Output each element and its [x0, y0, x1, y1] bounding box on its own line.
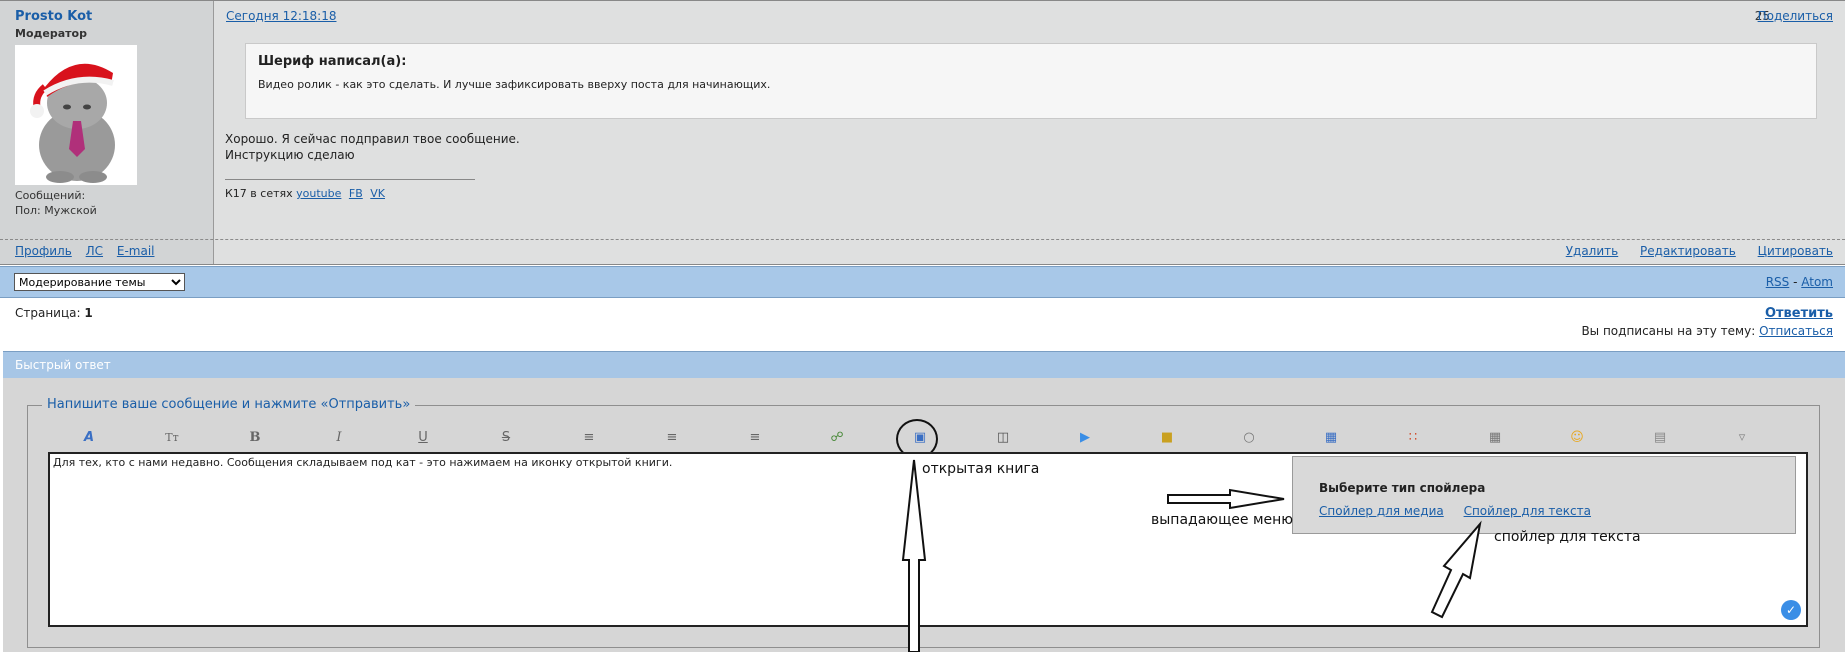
author-role: Модератор [15, 27, 87, 40]
quote-icon[interactable]: ○ [1238, 428, 1260, 448]
author-name[interactable]: Prosto Kot [15, 9, 92, 24]
profile-link[interactable]: Профиль [15, 244, 72, 258]
post-date-link[interactable]: Сегодня 12:18:18 [226, 9, 336, 23]
post-body-line: Хорошо. Я сейчас подправил твое сообщени… [225, 132, 520, 146]
align-left-icon[interactable]: ≡ [578, 428, 600, 448]
post-body-line: Инструкцию сделаю [225, 148, 355, 162]
atom-link[interactable]: Atom [1801, 275, 1833, 289]
text-spoiler-annotation: спойлер для текста [1494, 529, 1641, 545]
color-icon[interactable]: ∷ [1402, 428, 1424, 448]
rss-link[interactable]: RSS [1766, 275, 1790, 289]
subscription-status: Вы подписаны на эту тему: Отписаться [1581, 324, 1833, 338]
quick-reply-header: Быстрый ответ [3, 351, 1845, 378]
signature-divider [225, 179, 475, 180]
page-label: Страница: [15, 306, 81, 320]
more-icon[interactable]: ▿ [1731, 428, 1753, 448]
post-author-panel: Prosto Kot Модератор Сообщений: Пол: Муж… [0, 1, 214, 264]
font-color-icon[interactable]: A [78, 428, 100, 448]
spoiler-options: Спойлер для медиа Спойлер для текста [1319, 504, 1607, 518]
messages-count-label: Сообщений: [15, 189, 86, 202]
code-icon[interactable]: ▦ [1320, 428, 1342, 448]
spoiler-media-option[interactable]: Спойлер для медиа [1319, 504, 1444, 518]
spoiler-menu-title: Выберите тип спойлера [1319, 481, 1486, 495]
quick-reply-title: Быстрый ответ [15, 358, 111, 372]
fb-link[interactable]: FB [349, 187, 363, 200]
quote-author: Шериф написал(а): [258, 54, 407, 69]
open-book-annotation: открытая книга [922, 461, 1040, 477]
reply-legend: Напишите ваше сообщение и нажмите «Отпра… [42, 397, 416, 412]
feed-separator: - [1789, 275, 1802, 289]
pagination: Страница: 1 [15, 306, 93, 320]
editor-toolbar: A Tт B I U S ≡ ≡ ≡ ☍ ▣ ◫ ▶ ■ ○ ▦ ∷ ▦ ☺ ▤… [48, 428, 1828, 448]
font-size-icon[interactable]: Tт [161, 428, 183, 448]
share-link[interactable]: Поделиться [1758, 9, 1833, 23]
youtube-link[interactable]: youtube [296, 187, 341, 200]
link-icon[interactable]: ☍ [826, 428, 848, 448]
private-message-link[interactable]: ЛС [86, 244, 103, 258]
moderation-bar: Модерирование темы RSS - Atom [0, 266, 1845, 298]
align-center-icon[interactable]: ≡ [661, 428, 683, 448]
email-link[interactable]: E-mail [117, 244, 155, 258]
moderation-select[interactable]: Модерирование темы [14, 273, 185, 291]
video-icon[interactable]: ▶ [1074, 428, 1096, 448]
smiley-icon[interactable]: ☺ [1566, 428, 1588, 448]
author-links: Профиль ЛС E-mail [15, 244, 164, 258]
signature-prefix: К17 в сетях [225, 187, 293, 200]
avatar [15, 45, 137, 185]
subscription-text: Вы подписаны на эту тему: [1581, 324, 1756, 338]
dropdown-annotation: выпадающее меню [1151, 512, 1294, 528]
check-icon[interactable]: ✓ [1781, 600, 1801, 620]
unsubscribe-link[interactable]: Отписаться [1759, 324, 1833, 338]
align-right-icon[interactable]: ≡ [744, 428, 766, 448]
underline-icon[interactable]: U [412, 428, 434, 448]
keyboard-icon[interactable]: ▤ [1649, 428, 1671, 448]
hide-lock-icon[interactable]: ■ [1156, 428, 1178, 448]
bold-icon[interactable]: B [244, 428, 266, 448]
quote-text: Видео ролик - как это сделать. И лучше з… [258, 78, 771, 91]
vk-link[interactable]: VK [370, 187, 385, 200]
current-page: 1 [84, 306, 93, 320]
quote-link[interactable]: Цитировать [1758, 244, 1833, 258]
gender-label: Пол: Мужской [15, 204, 97, 217]
spoiler-text-option[interactable]: Спойлер для текста [1464, 504, 1591, 518]
italic-icon[interactable]: I [328, 428, 350, 448]
table-icon[interactable]: ▦ [1484, 428, 1506, 448]
message-text: Для тех, кто с нами недавно. Сообщения с… [53, 456, 673, 469]
signature: К17 в сетях youtube FB VK [225, 187, 389, 200]
image-icon[interactable]: ◫ [992, 428, 1014, 448]
spoiler-dropdown-menu: Выберите тип спойлера Спойлер для медиа … [1292, 456, 1796, 534]
reply-link[interactable]: Ответить [1765, 306, 1833, 321]
post-actions: Удалить Редактировать Цитировать [1548, 244, 1833, 258]
post-footer-divider [0, 239, 1845, 240]
strikethrough-icon[interactable]: S [495, 428, 517, 448]
delete-link[interactable]: Удалить [1566, 244, 1619, 258]
quote-block: Шериф написал(а): Видео ролик - как это … [245, 43, 1817, 119]
edit-link[interactable]: Редактировать [1640, 244, 1736, 258]
feed-links: RSS - Atom [1766, 275, 1833, 289]
forum-post: Prosto Kot Модератор Сообщений: Пол: Муж… [0, 0, 1845, 265]
